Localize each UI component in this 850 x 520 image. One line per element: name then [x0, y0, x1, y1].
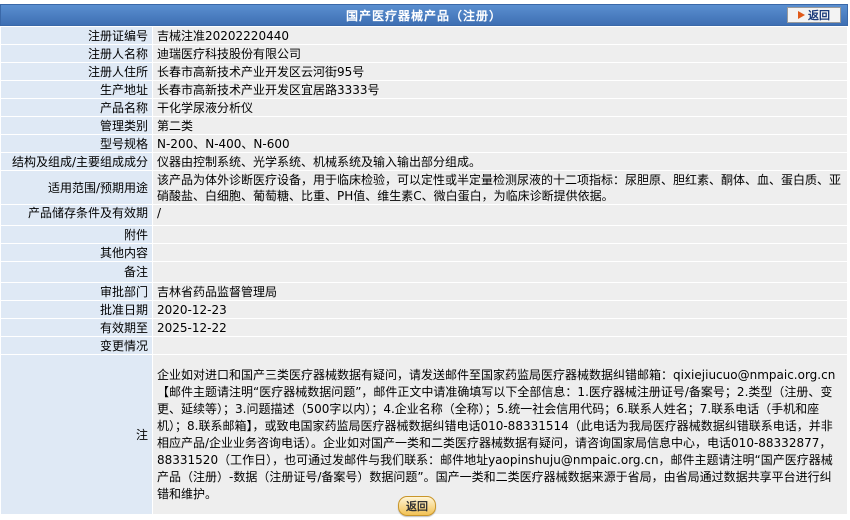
row-prod-address: 生产地址 长春市高新技术产业开发区宜居路3333号	[0, 80, 848, 99]
row-registrant: 注册人名称 迪瑞医疗科技股份有限公司	[0, 44, 848, 63]
label-structure: 结构及组成/主要组成成分	[0, 152, 153, 171]
label-prod-address: 生产地址	[0, 80, 153, 99]
row-attachment: 附件	[0, 225, 848, 244]
row-product-name: 产品名称 干化学尿液分析仪	[0, 98, 848, 117]
label-valid-until: 有效期至	[0, 318, 153, 337]
value-other	[152, 243, 848, 262]
label-changes: 变更情况	[0, 336, 153, 355]
value-approver: 吉林省药品监督管理局	[152, 282, 848, 301]
back-button-label: 返回	[808, 9, 830, 22]
value-note: 企业如对进口和国产三类医疗器械数据有疑问，请发送邮件至国家药监局医疗器械数据纠错…	[152, 354, 848, 515]
value-registrant: 迪瑞医疗科技股份有限公司	[152, 44, 848, 63]
back-button-bottom[interactable]: 返回	[398, 496, 436, 516]
arrow-right-icon	[798, 11, 805, 19]
row-scope: 适用范围/预期用途 该产品为体外诊断医疗设备，用于临床检验，可以定性或半定量检测…	[0, 170, 848, 205]
label-storage: 产品储存条件及有效期	[0, 204, 153, 226]
value-attachment	[152, 225, 848, 244]
label-mgmt-class: 管理类别	[0, 116, 153, 135]
label-attachment: 附件	[0, 225, 153, 244]
row-structure: 结构及组成/主要组成成分 仪器由控制系统、光学系统、机械系统及输入输出部分组成。	[0, 152, 848, 171]
detail-table: 注册证编号 吉械注准20202220440 注册人名称 迪瑞医疗科技股份有限公司…	[0, 26, 848, 515]
label-registrant: 注册人名称	[0, 44, 153, 63]
value-product-name: 干化学尿液分析仪	[152, 98, 848, 117]
back-button-top[interactable]: 返回	[787, 7, 841, 23]
label-remark: 备注	[0, 261, 153, 283]
label-scope: 适用范围/预期用途	[0, 170, 153, 205]
value-storage: /	[152, 204, 848, 226]
value-prod-address: 长春市高新技术产业开发区宜居路3333号	[152, 80, 848, 99]
value-scope: 该产品为体外诊断医疗设备，用于临床检验，可以定性或半定量检测尿液的十二项指标：尿…	[152, 170, 848, 205]
value-remark	[152, 261, 848, 283]
value-approval-date: 2020-12-23	[152, 300, 848, 319]
row-valid-until: 有效期至 2025-12-22	[0, 318, 848, 337]
value-mgmt-class: 第二类	[152, 116, 848, 135]
row-other: 其他内容	[0, 243, 848, 262]
page: 国产医疗器械产品（注册） 返回 注册证编号 吉械注准20202220440 注册…	[0, 0, 850, 520]
label-reg-no: 注册证编号	[0, 26, 153, 45]
row-remark: 备注	[0, 261, 848, 283]
row-reg-address: 注册人住所 长春市高新技术产业开发区云河街95号	[0, 62, 848, 81]
value-model: N-200、N-400、N-600	[152, 134, 848, 153]
label-model: 型号规格	[0, 134, 153, 153]
value-changes	[152, 336, 848, 355]
row-changes: 变更情况	[0, 336, 848, 355]
title-bar: 国产医疗器械产品（注册） 返回	[0, 4, 848, 26]
value-valid-until: 2025-12-22	[152, 318, 848, 337]
value-reg-no: 吉械注准20202220440	[152, 26, 848, 45]
label-approver: 审批部门	[0, 282, 153, 301]
label-reg-address: 注册人住所	[0, 62, 153, 81]
value-reg-address: 长春市高新技术产业开发区云河街95号	[152, 62, 848, 81]
row-mgmt-class: 管理类别 第二类	[0, 116, 848, 135]
row-approval-date: 批准日期 2020-12-23	[0, 300, 848, 319]
row-note: 注 企业如对进口和国产三类医疗器械数据有疑问，请发送邮件至国家药监局医疗器械数据…	[0, 354, 848, 515]
row-model: 型号规格 N-200、N-400、N-600	[0, 134, 848, 153]
label-product-name: 产品名称	[0, 98, 153, 117]
value-structure: 仪器由控制系统、光学系统、机械系统及输入输出部分组成。	[152, 152, 848, 171]
row-approver: 审批部门 吉林省药品监督管理局	[0, 282, 848, 301]
row-reg-no: 注册证编号 吉械注准20202220440	[0, 26, 848, 45]
label-other: 其他内容	[0, 243, 153, 262]
label-approval-date: 批准日期	[0, 300, 153, 319]
row-storage: 产品储存条件及有效期 /	[0, 204, 848, 226]
label-note: 注	[0, 354, 153, 515]
page-title: 国产医疗器械产品（注册）	[345, 9, 502, 23]
